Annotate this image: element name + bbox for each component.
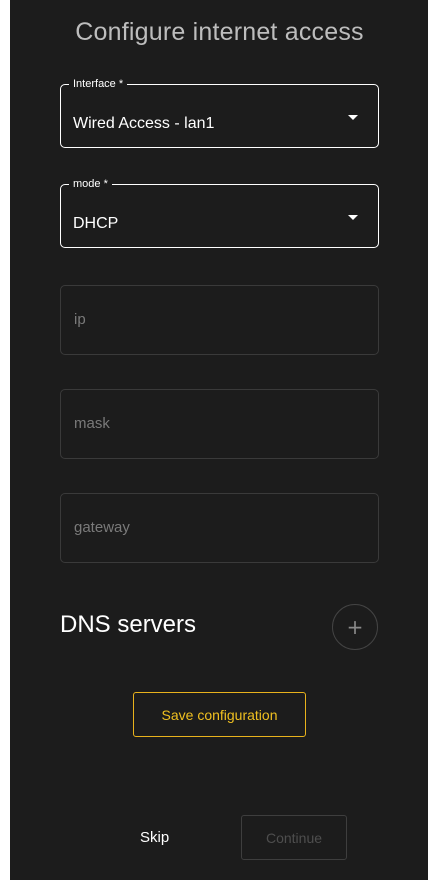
interface-label: Interface * [69, 77, 128, 91]
mask-field[interactable]: mask [60, 389, 379, 459]
ip-placeholder: ip [74, 311, 86, 328]
skip-button[interactable]: Skip [140, 829, 169, 846]
page-title: Configure internet access [75, 18, 364, 46]
gateway-field[interactable]: gateway [60, 493, 379, 563]
mode-select[interactable]: mode * DHCP [60, 177, 379, 248]
ip-field[interactable]: ip [60, 285, 379, 355]
plus-icon: + [346, 615, 364, 639]
gateway-placeholder: gateway [74, 519, 130, 536]
interface-select[interactable]: Interface * Wired Access - lan1 [60, 77, 379, 148]
mode-label: mode * [69, 177, 112, 191]
mode-value: DHCP [73, 215, 119, 232]
mask-placeholder: mask [74, 415, 110, 432]
dropdown-caret-icon [348, 215, 358, 220]
continue-button[interactable]: Continue [241, 815, 347, 860]
add-dns-button[interactable]: + [332, 604, 378, 650]
config-panel: Configure internet access Interface * Wi… [10, 0, 428, 880]
dropdown-caret-icon [348, 115, 358, 120]
dns-servers-heading: DNS servers [60, 611, 197, 638]
save-configuration-button[interactable]: Save configuration [133, 692, 306, 737]
interface-value: Wired Access - lan1 [73, 115, 215, 132]
